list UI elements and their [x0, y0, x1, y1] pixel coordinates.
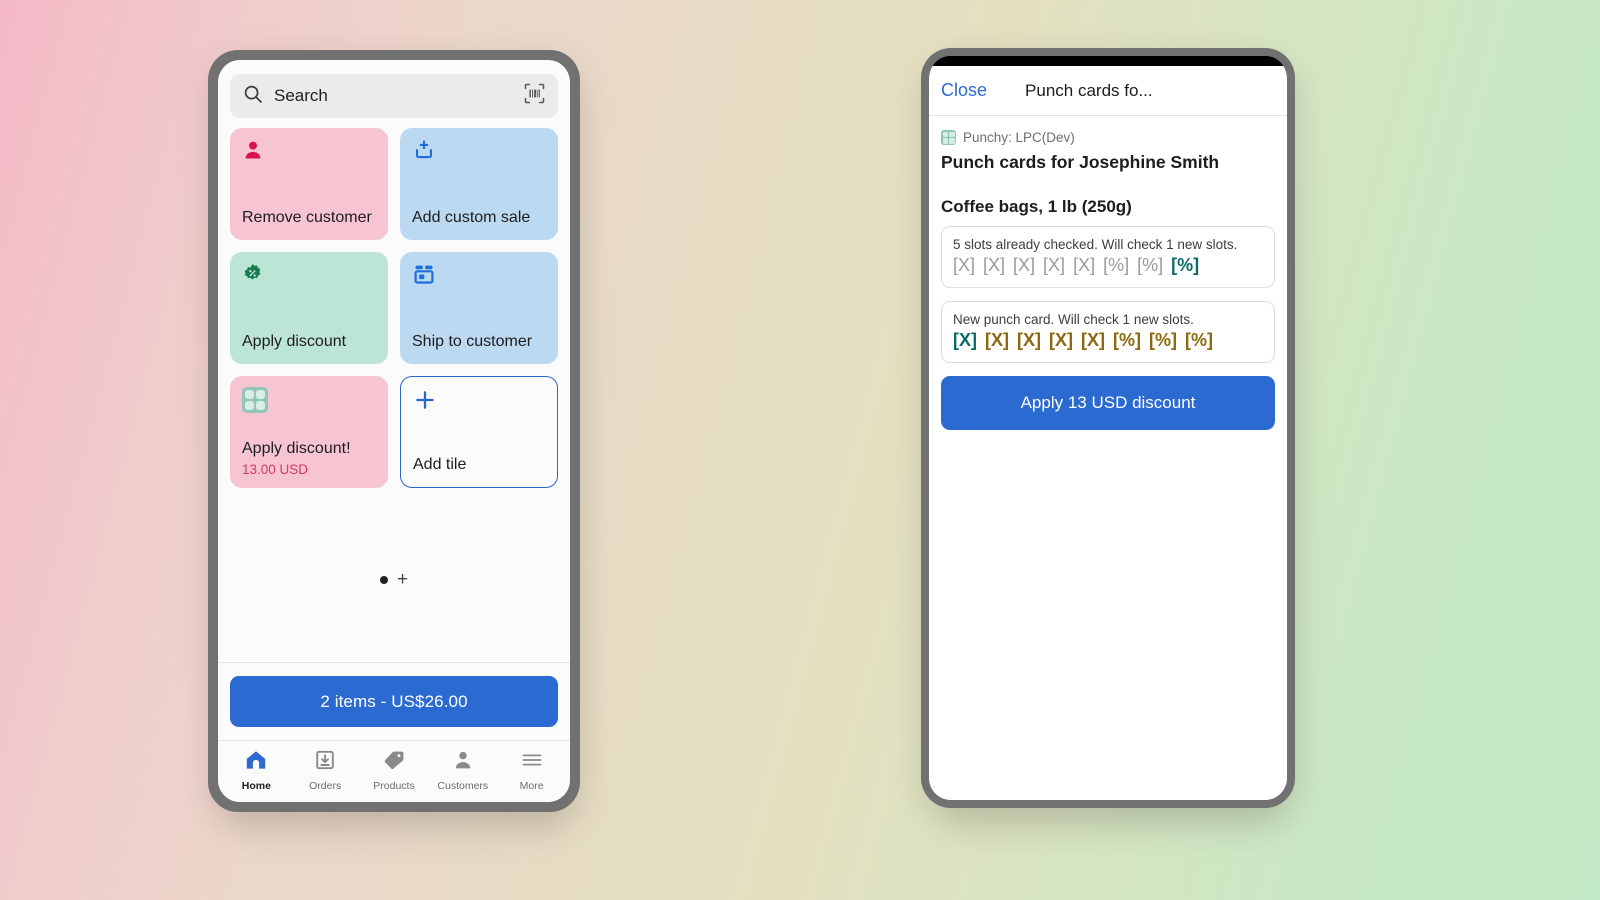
punch-card-slots: [X] [X] [X] [X] [X] [%] [%] [%]: [953, 330, 1263, 351]
pos-home-screen: Search Remove customer Add custom sale A…: [218, 60, 570, 802]
tile-add-custom-sale[interactable]: Add custom sale: [400, 128, 558, 240]
nav-item-home[interactable]: Home: [222, 750, 291, 792]
add-page-button[interactable]: +: [397, 570, 408, 589]
slot: [%]: [1103, 255, 1130, 275]
tile-label: Apply discount!: [242, 440, 351, 458]
orders-inbox-icon: [314, 750, 336, 775]
apply-discount-button[interactable]: Apply 13 USD discount: [941, 376, 1275, 430]
nav-item-orders[interactable]: Orders: [291, 750, 360, 792]
plus-icon: [413, 388, 545, 416]
punchy-cell: [949, 131, 955, 137]
app-name-label: Punchy: LPC(Dev): [963, 130, 1075, 145]
nav-label: Home: [241, 780, 271, 792]
tile-label: Add tile: [413, 456, 467, 474]
punch-cards-sheet: Close Punch cards fo... Punchy: LPC(Dev)…: [929, 66, 1287, 800]
slot: [X]: [1049, 330, 1073, 350]
nav-item-more[interactable]: More: [497, 750, 566, 792]
right-phone-device: Close Punch cards fo... Punchy: LPC(Dev)…: [921, 48, 1295, 808]
punch-card-new[interactable]: New punch card. Will check 1 new slots. …: [941, 301, 1275, 363]
sheet-body: Punchy: LPC(Dev) Punch cards for Josephi…: [929, 116, 1287, 430]
cart-area: 2 items - US$26.00: [218, 663, 570, 740]
tile-sublabel: 13.00 USD: [242, 462, 309, 477]
page-dot[interactable]: [379, 576, 388, 584]
sheet-header: Close Punch cards fo...: [929, 66, 1287, 116]
add-to-basket-icon: [412, 139, 546, 167]
product-title: Coffee bags, 1 lb (250g): [941, 197, 1132, 216]
slot: [X]: [1043, 255, 1066, 275]
barcode-scan-icon[interactable]: [524, 83, 545, 109]
slot: [%]: [1185, 330, 1213, 350]
slot: [%]: [1137, 255, 1164, 275]
tile-label: Ship to customer: [412, 333, 533, 351]
sheet-title: Punch cards fo...: [1025, 80, 1153, 100]
punchy-app-icon: [941, 130, 956, 145]
person-icon: [452, 750, 474, 775]
tile-remove-customer[interactable]: Remove customer: [230, 128, 388, 240]
punch-cards-screen: Close Punch cards fo... Punchy: LPC(Dev)…: [929, 56, 1287, 800]
nav-label: Customers: [437, 780, 489, 792]
tile-ship-to-customer[interactable]: Ship to customer: [400, 252, 558, 364]
discount-badge-icon: [242, 263, 376, 291]
punchy-app-icon: [242, 387, 376, 415]
tile-label: Apply discount: [242, 333, 347, 351]
slot: [X]: [983, 255, 1006, 275]
cart-checkout-button[interactable]: 2 items - US$26.00: [230, 676, 558, 727]
nav-label: Products: [373, 780, 415, 792]
nav-item-customers[interactable]: Customers: [428, 750, 497, 792]
person-icon: [242, 139, 376, 167]
punchy-cell: [245, 401, 254, 410]
punchy-cell: [942, 131, 948, 137]
sheet-empty-space: [929, 430, 1287, 800]
slot: [%]: [1149, 330, 1177, 350]
close-button[interactable]: Close: [941, 80, 987, 101]
slot: [X]: [953, 255, 976, 275]
home-icon: [245, 750, 267, 775]
punchy-cell: [256, 401, 265, 410]
tile-apply-discount-punchy[interactable]: Apply discount! 13.00 USD: [230, 376, 388, 488]
page-title: Punch cards for Josephine Smith: [941, 152, 1220, 172]
tile-apply-discount[interactable]: Apply discount: [230, 252, 388, 364]
punch-card-status-text: 5 slots already checked. Will check 1 ne…: [953, 237, 1238, 252]
search-icon: [243, 84, 263, 109]
punchy-cell: [949, 138, 955, 144]
left-phone-device: Search Remove customer Add custom sale A…: [208, 50, 580, 812]
punchy-cell: [256, 390, 265, 399]
punchy-cell: [942, 138, 948, 144]
screenshot-canvas: Search Remove customer Add custom sale A…: [0, 0, 1600, 900]
slot: [X]: [953, 330, 977, 350]
slot: [X]: [1081, 330, 1105, 350]
status-bar: [929, 56, 1287, 66]
search-area: Search: [218, 60, 570, 126]
nav-label: More: [519, 780, 544, 792]
punchy-cell: [245, 390, 254, 399]
search-input[interactable]: Search: [230, 74, 558, 118]
search-text: Search: [274, 86, 328, 105]
tile-grid: Remove customer Add custom sale Apply di…: [218, 126, 570, 488]
shipping-box-icon: [412, 263, 546, 291]
slot: [X]: [1073, 255, 1096, 275]
tile-add-tile[interactable]: Add tile: [400, 376, 558, 488]
punch-card-slots: [X] [X] [X] [X] [X] [%] [%] [%]: [953, 255, 1263, 276]
app-attribution-row: Punchy: LPC(Dev): [941, 130, 1275, 145]
slot: [X]: [1013, 255, 1036, 275]
bottom-navigation: Home Orders Products Customers More: [218, 740, 570, 802]
tile-label: Add custom sale: [412, 209, 531, 227]
slot: [%]: [1113, 330, 1141, 350]
slot: [X]: [985, 330, 1009, 350]
hamburger-menu-icon: [521, 750, 543, 775]
punch-card-status-text: New punch card. Will check 1 new slots.: [953, 312, 1194, 327]
slot: [%]: [1171, 255, 1200, 275]
slot: [X]: [1017, 330, 1041, 350]
punch-card-existing[interactable]: 5 slots already checked. Will check 1 ne…: [941, 226, 1275, 288]
nav-item-products[interactable]: Products: [360, 750, 429, 792]
nav-label: Orders: [309, 780, 342, 792]
price-tag-icon: [383, 750, 405, 775]
page-indicator: +: [218, 488, 570, 662]
tile-label: Remove customer: [242, 209, 372, 227]
